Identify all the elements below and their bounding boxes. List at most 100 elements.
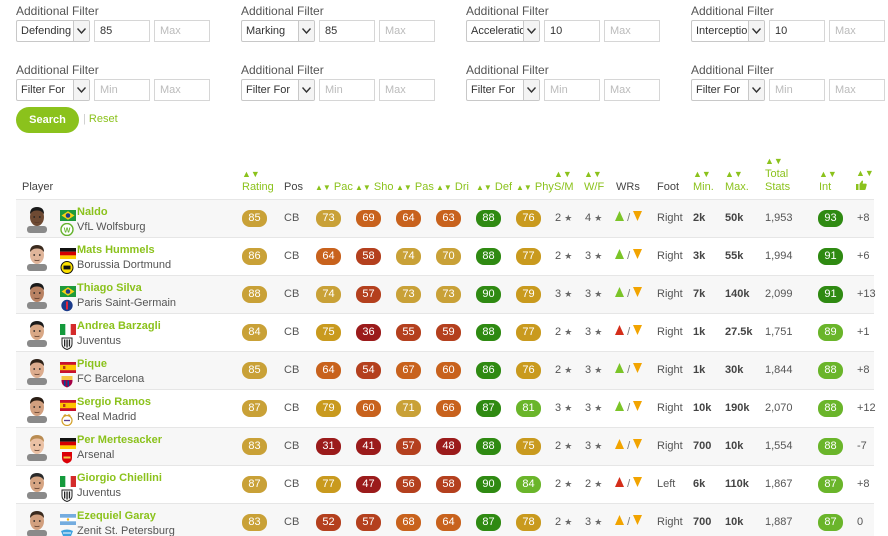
table-row[interactable]: Thiago Silva Paris Saint-Germain 88 CB 74 57 7… xyxy=(16,275,876,313)
star-icon: ★ xyxy=(594,251,603,261)
header-def[interactable]: ▲▼ Def xyxy=(476,181,512,194)
player-name[interactable]: Mats Hummels xyxy=(77,244,155,256)
table-row[interactable]: Per Mertesacker Arsenal 83 CB 31 41 57 48 88 75 2 … xyxy=(16,427,874,465)
preferred-foot-cell: Right xyxy=(657,212,683,224)
header-def-label: Def xyxy=(494,181,513,193)
player-name[interactable]: Naldo xyxy=(77,206,108,218)
search-button[interactable]: Search xyxy=(16,107,79,133)
header-int[interactable]: ▲▼ Int xyxy=(819,169,837,194)
filter-group: Additional Filter Acceleration 10 Max xyxy=(466,4,676,42)
header-pac[interactable]: ▲▼ Pac xyxy=(315,181,353,194)
header-rating[interactable]: ▲▼ Rating xyxy=(242,169,274,194)
reset-label: Reset xyxy=(88,113,118,125)
thumbs-up-icon xyxy=(856,180,867,193)
dri-stat-badge: 63 xyxy=(436,210,461,227)
filter-max-input[interactable]: Max xyxy=(829,79,885,101)
filter-attribute-select[interactable]: Filter For xyxy=(16,79,90,101)
header-wf[interactable]: ▲▼ W/F xyxy=(584,169,604,194)
skill-moves-cell: 2 ★ xyxy=(555,212,572,224)
filter-attribute-select[interactable]: Marking xyxy=(241,20,315,42)
player-avatar xyxy=(24,357,50,385)
header-dri[interactable]: ▲▼ Dri xyxy=(436,181,469,194)
filter-min-input[interactable]: Min xyxy=(544,79,600,101)
filter-select-value: Filter For xyxy=(471,84,515,96)
filter-attribute-select[interactable]: Acceleration xyxy=(466,20,540,42)
table-row[interactable]: Ezequiel Garay Zenit St. Petersburg 83 CB 52… xyxy=(16,503,874,536)
preferred-foot-cell: Right xyxy=(657,326,683,338)
reset-link[interactable]: | Reset xyxy=(83,113,118,125)
filter-select-value: Filter For xyxy=(696,84,740,96)
header-sho[interactable]: ▲▼ Sho xyxy=(355,181,393,194)
header-min[interactable]: ▲▼ Min. xyxy=(693,169,714,194)
max-price-cell: 10k xyxy=(725,516,744,528)
argentina-flag-icon xyxy=(60,514,76,525)
interceptions-badge: 88 xyxy=(818,438,843,455)
header-total-stats[interactable]: ▲▼ Total Stats xyxy=(765,156,790,194)
def-stat-badge: 88 xyxy=(476,210,501,227)
table-row[interactable]: Andrea Barzagli Juventus 84 CB 75 36 55 59 88 77 2… xyxy=(16,313,874,351)
header-pas[interactable]: ▲▼ Pas xyxy=(396,181,434,194)
italy-flag-icon xyxy=(60,476,76,487)
table-row[interactable]: Sergio Ramos Real Madrid 87 CB 79 60 71 66 87 81 3… xyxy=(16,389,876,427)
filter-max-input[interactable]: Max xyxy=(379,79,435,101)
filter-attribute-select[interactable]: Filter For xyxy=(466,79,540,101)
italy-flag-icon xyxy=(60,324,76,335)
player-name[interactable]: Pique xyxy=(77,358,107,370)
player-name[interactable]: Sergio Ramos xyxy=(77,396,151,408)
dri-stat-badge: 73 xyxy=(436,286,461,303)
vote-trend-cell: +8 xyxy=(857,212,870,224)
filter-max-input[interactable]: Max xyxy=(154,20,210,42)
player-name[interactable]: Thiago Silva xyxy=(77,282,142,294)
filter-min-input[interactable]: 10 xyxy=(544,20,600,42)
filter-max-input[interactable]: Max xyxy=(154,79,210,101)
table-row[interactable]: Giorgio Chiellini Juventus 87 CB 77 47 56 58 90 8… xyxy=(16,465,874,503)
star-icon: ★ xyxy=(594,479,603,489)
interceptions-badge: 87 xyxy=(818,476,843,493)
header-sm[interactable]: ▲▼ S/M xyxy=(554,169,574,194)
pac-stat-badge: 77 xyxy=(316,476,341,493)
filter-max-input[interactable]: Max xyxy=(379,20,435,42)
sho-stat-badge: 36 xyxy=(356,324,381,341)
pac-stat-badge: 74 xyxy=(316,286,341,303)
pac-stat-badge: 75 xyxy=(316,324,341,341)
filter-attribute-select[interactable]: Filter For xyxy=(241,79,315,101)
brazil-flag-icon xyxy=(60,286,76,297)
filter-min-input[interactable]: Min xyxy=(319,79,375,101)
player-avatar xyxy=(24,243,50,271)
filter-min-input[interactable]: Min xyxy=(94,79,150,101)
filter-max-input[interactable]: Max xyxy=(604,79,660,101)
filter-attribute-select[interactable]: Defending xyxy=(16,20,90,42)
filter-min-input[interactable]: 85 xyxy=(94,20,150,42)
filter-max-input[interactable]: Max xyxy=(604,20,660,42)
table-row[interactable]: Mats Hummels Borussia Dortmund 86 CB 64 58 74 7… xyxy=(16,237,874,275)
player-club: Arsenal xyxy=(77,449,115,461)
filter-min-input[interactable]: Min xyxy=(769,79,825,101)
header-player: Player xyxy=(22,181,54,193)
star-icon: ★ xyxy=(564,251,573,261)
filter-select-value: Filter For xyxy=(21,84,65,96)
filter-min-input[interactable]: 10 xyxy=(769,20,825,42)
def-stat-badge: 90 xyxy=(476,286,501,303)
header-total-label-1: Total xyxy=(765,168,789,180)
interceptions-badge: 87 xyxy=(818,514,843,531)
player-name[interactable]: Ezequiel Garay xyxy=(77,510,156,522)
player-name[interactable]: Andrea Barzagli xyxy=(77,320,161,332)
total-stats-cell: 1,554 xyxy=(765,440,793,452)
header-trend[interactable]: ▲▼ xyxy=(856,168,874,194)
player-name[interactable]: Per Mertesacker xyxy=(77,434,162,446)
header-max[interactable]: ▲▼ Max. xyxy=(725,169,749,194)
header-phy[interactable]: ▲▼ Phy xyxy=(516,181,554,194)
table-row[interactable]: Pique FC Barcelona 85 CB 64 54 67 60 86 76 2 ★ 3 ★ … xyxy=(16,351,874,389)
filter-attribute-select[interactable]: Interceptions xyxy=(691,20,765,42)
table-row[interactable]: W Naldo VfL Wolfsburg 85 CB 73 69 64 63 88 76 2 ★ 4 … xyxy=(16,199,874,237)
player-name[interactable]: Giorgio Chiellini xyxy=(77,472,162,484)
max-price-cell: 190k xyxy=(725,402,750,414)
filter-row: Marking 85 Max xyxy=(241,20,451,42)
def-stat-badge: 88 xyxy=(476,324,501,341)
filter-min-input[interactable]: 85 xyxy=(319,20,375,42)
filter-attribute-select[interactable]: Filter For xyxy=(691,79,765,101)
work-rate-defense-down-arrow-icon xyxy=(633,363,643,376)
header-foot: Foot xyxy=(657,181,680,193)
filter-max-input[interactable]: Max xyxy=(829,20,885,42)
chevron-down-icon xyxy=(523,80,539,100)
